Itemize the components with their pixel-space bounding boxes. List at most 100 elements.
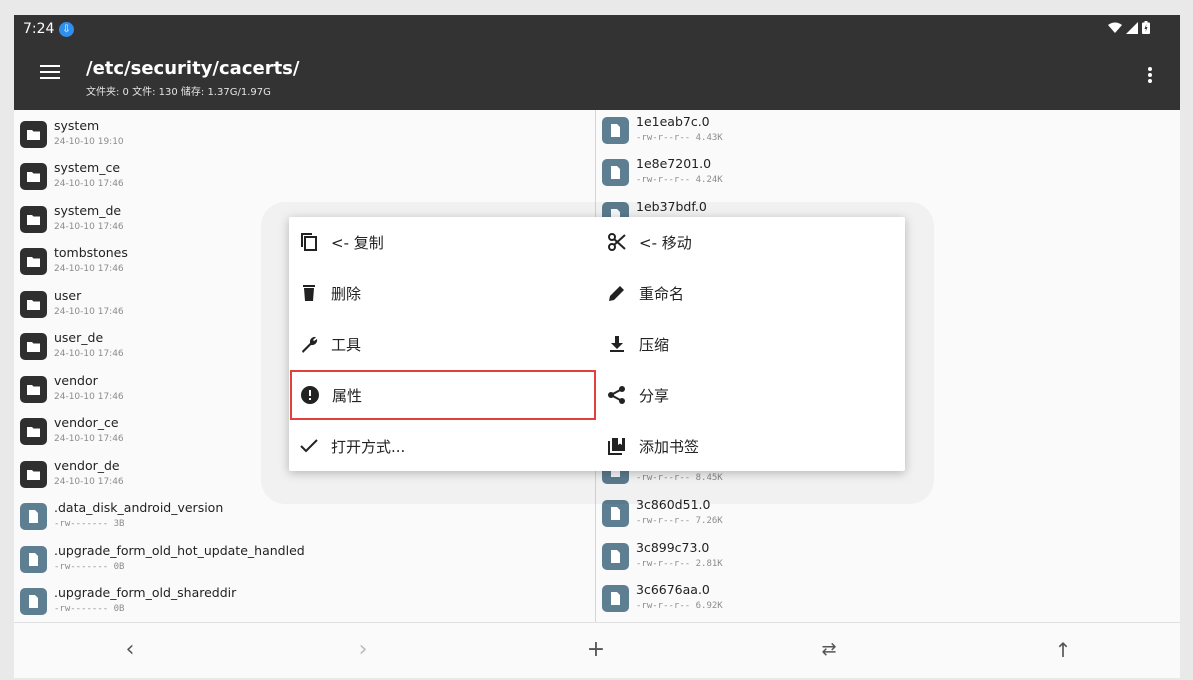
- item-meta: 24-10-10 19:10: [54, 137, 124, 147]
- menu-rename[interactable]: 重命名: [597, 268, 903, 318]
- context-menu: <- 复制 <- 移动 删除 重命名 工具 压缩 属性 分享 打开方式... 添…: [289, 217, 905, 471]
- item-name: .data_disk_android_version: [54, 500, 224, 515]
- item-name: .upgrade_form_old_shareddir: [54, 585, 237, 600]
- item-name: tombstones: [54, 245, 128, 260]
- item-meta: -rw-r--r-- 4.24K: [636, 175, 723, 185]
- item-name: 3c899c73.0: [636, 540, 710, 555]
- wifi-icon: [1108, 22, 1122, 33]
- folder-icon: [20, 121, 47, 148]
- menu-label: 重命名: [639, 285, 685, 303]
- item-meta: 24-10-10 17:46: [54, 349, 124, 359]
- item-name: system_ce: [54, 160, 121, 175]
- overflow-menu-icon[interactable]: [1148, 67, 1152, 85]
- menu-label: 打开方式...: [331, 438, 406, 456]
- menu-move[interactable]: <- 移动: [597, 217, 903, 267]
- item-name: vendor: [54, 373, 98, 388]
- folder-icon: [20, 248, 47, 275]
- file-icon: [20, 546, 47, 573]
- menu-share[interactable]: 分享: [597, 370, 903, 420]
- item-meta: -rw------- 3B: [54, 519, 125, 529]
- item-name: 3c6676aa.0: [636, 582, 710, 597]
- item-name: 1e1eab7c.0: [636, 114, 710, 129]
- folder-icon: [20, 418, 47, 445]
- folder-icon: [20, 163, 47, 190]
- item-meta: -rw-r--r-- 6.92K: [636, 601, 723, 611]
- storage-info: 文件夹: 0 文件: 130 储存: 1.37G/1.97G: [86, 87, 271, 98]
- copy-icon: [301, 233, 317, 251]
- item-name: 1e8e7201.0: [636, 156, 712, 171]
- folder-icon: [20, 291, 47, 318]
- file-icon: [20, 588, 47, 615]
- menu-label: <- 复制: [331, 234, 384, 252]
- download-icon: ⇩: [59, 22, 74, 37]
- menu-label: 删除: [331, 285, 362, 303]
- file-icon: [602, 500, 629, 527]
- list-item[interactable]: system_ce 24-10-10 17:46: [14, 156, 595, 198]
- menu-open-with[interactable]: 打开方式...: [289, 421, 595, 471]
- item-name: .upgrade_form_old_hot_update_handled: [54, 543, 305, 558]
- bottom-toolbar: ‹ › + ⇄ ↑: [14, 622, 1180, 678]
- menu-compress[interactable]: 压缩: [597, 319, 903, 369]
- item-meta: -rw------- 0B: [54, 562, 125, 572]
- item-meta: 24-10-10 17:46: [54, 179, 124, 189]
- list-item[interactable]: system 24-10-10 19:10: [14, 114, 595, 156]
- menu-copy[interactable]: <- 复制: [289, 217, 595, 267]
- item-meta: 24-10-10 17:46: [54, 222, 124, 232]
- download-icon: [610, 336, 624, 352]
- back-button[interactable]: ‹: [115, 635, 145, 665]
- wrench-icon: [302, 336, 318, 353]
- item-meta: -rw-r--r-- 4.43K: [636, 133, 723, 143]
- item-meta: -rw-r--r-- 7.26K: [636, 516, 723, 526]
- device-screen: 7:24 ⇩ /etc/security/cacerts/ 文件夹: 0 文件:…: [14, 15, 1180, 678]
- menu-label: 添加书签: [639, 438, 700, 456]
- item-name: system: [54, 118, 100, 133]
- folder-icon: [20, 333, 47, 360]
- menu-label: 分享: [639, 387, 670, 405]
- swap-panes-button[interactable]: ⇄: [814, 635, 844, 665]
- file-icon: [602, 117, 629, 144]
- file-icon: [602, 543, 629, 570]
- item-meta: -rw-r--r-- 2.81K: [636, 559, 723, 569]
- list-item[interactable]: .upgrade_form_old_hot_update_handled -rw…: [14, 539, 595, 581]
- list-item[interactable]: 3c899c73.0 -rw-r--r-- 2.81K: [596, 536, 1180, 578]
- file-icon: [602, 159, 629, 186]
- forward-button[interactable]: ›: [348, 635, 378, 665]
- app-bar: 7:24 ⇩ /etc/security/cacerts/ 文件夹: 0 文件:…: [14, 15, 1180, 110]
- folder-icon: [20, 376, 47, 403]
- list-item[interactable]: 1e8e7201.0 -rw-r--r-- 4.24K: [596, 152, 1180, 194]
- trash-icon: [303, 285, 315, 301]
- item-name: vendor_de: [54, 458, 120, 473]
- share-icon: [608, 386, 625, 404]
- menu-bookmark[interactable]: 添加书签: [597, 421, 903, 471]
- pencil-icon: [609, 286, 624, 301]
- item-name: user: [54, 288, 82, 303]
- signal-icon: [1126, 21, 1138, 34]
- menu-label: 压缩: [639, 336, 670, 354]
- info-alert-icon: [301, 386, 319, 404]
- menu-label: 属性: [332, 387, 363, 405]
- item-meta: 24-10-10 17:46: [54, 307, 124, 317]
- item-meta: -rw------- 0B: [54, 604, 125, 614]
- item-meta: 24-10-10 17:46: [54, 434, 124, 444]
- parent-dir-button[interactable]: ↑: [1048, 635, 1078, 665]
- item-name: vendor_ce: [54, 415, 119, 430]
- add-button[interactable]: +: [581, 635, 611, 665]
- item-meta: 24-10-10 17:46: [54, 477, 124, 487]
- hamburger-menu-icon[interactable]: [40, 65, 60, 79]
- menu-delete[interactable]: 删除: [289, 268, 595, 318]
- list-item[interactable]: 1e1eab7c.0 -rw-r--r-- 4.43K: [596, 110, 1180, 152]
- scissors-icon: [608, 233, 626, 251]
- current-path: /etc/security/cacerts/: [86, 58, 300, 79]
- list-item[interactable]: 3c6676aa.0 -rw-r--r-- 6.92K: [596, 578, 1180, 620]
- file-icon: [20, 503, 47, 530]
- battery-icon: [1142, 21, 1150, 34]
- checkmark-icon: [300, 439, 318, 453]
- menu-label: 工具: [331, 336, 362, 354]
- list-item[interactable]: .upgrade_form_old_shareddir -rw------- 0…: [14, 581, 595, 622]
- item-name: system_de: [54, 203, 122, 218]
- item-meta: 24-10-10 17:46: [54, 264, 124, 274]
- item-meta: 24-10-10 17:46: [54, 392, 124, 402]
- menu-properties[interactable]: 属性: [290, 370, 596, 420]
- status-icons: [1108, 21, 1150, 34]
- menu-tools[interactable]: 工具: [289, 319, 595, 369]
